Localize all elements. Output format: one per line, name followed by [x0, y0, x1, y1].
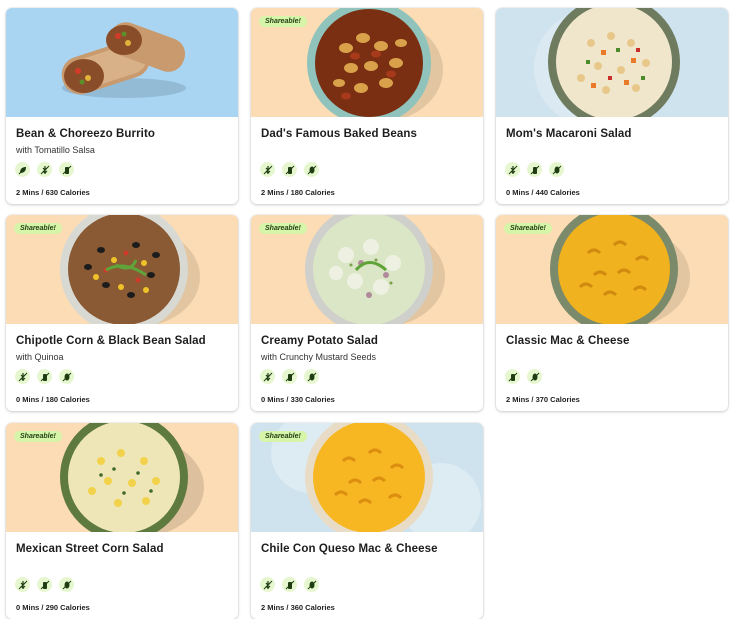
shareable-badge: Shareable!	[504, 223, 552, 234]
recipe-title: Creamy Potato Salad	[261, 335, 378, 347]
leaf-icon	[15, 162, 30, 177]
no-dairy-icon	[527, 162, 542, 177]
recipe-grid: Bean & Choreezo Burrito with Tomatillo S…	[0, 0, 733, 619]
recipe-meta: 2 Mins / 370 Calories	[506, 395, 580, 404]
no-gluten-icon	[260, 369, 275, 384]
diet-icons	[15, 577, 74, 592]
no-dairy-icon	[282, 162, 297, 177]
recipe-subtitle: with Crunchy Mustard Seeds	[261, 352, 377, 362]
shareable-badge: Shareable!	[14, 431, 62, 442]
no-nut-icon	[59, 369, 74, 384]
recipe-image: Shareable!	[251, 8, 483, 117]
recipe-title: Mexican Street Corn Salad	[16, 543, 164, 555]
recipe-subtitle: with Tomatillo Salsa	[16, 145, 95, 155]
no-gluten-icon	[260, 162, 275, 177]
no-dairy-icon	[37, 369, 52, 384]
recipe-card-chile-con-queso-mac[interactable]: Shareable! Chile Con Queso Mac & Cheese …	[251, 423, 483, 619]
recipe-title: Bean & Choreezo Burrito	[16, 128, 156, 140]
no-nut-icon	[304, 577, 319, 592]
diet-icons	[15, 162, 74, 177]
recipe-card-chipotle-corn-salad[interactable]: Shareable! Chipotle Corn & Black Bean Sa…	[6, 215, 238, 411]
recipe-card-street-corn-salad[interactable]: Shareable! Mexican Street Corn Salad 0 M…	[6, 423, 238, 619]
recipe-image: Shareable!	[6, 215, 238, 324]
diet-icons	[260, 369, 319, 384]
recipe-card-burrito[interactable]: Bean & Choreezo Burrito with Tomatillo S…	[6, 8, 238, 204]
recipe-card-macaroni-salad[interactable]: Mom's Macaroni Salad 0 Mins / 440 Calori…	[496, 8, 728, 204]
no-nut-icon	[304, 162, 319, 177]
no-nut-icon	[549, 162, 564, 177]
recipe-meta: 0 Mins / 330 Calories	[261, 395, 335, 404]
diet-icons	[260, 577, 319, 592]
recipe-image	[496, 8, 728, 117]
recipe-card-baked-beans[interactable]: Shareable! Dad's Famous Baked Beans 2 Mi…	[251, 8, 483, 204]
no-gluten-icon	[15, 577, 30, 592]
recipe-title: Classic Mac & Cheese	[506, 335, 630, 347]
no-nut-icon	[304, 369, 319, 384]
recipe-meta: 0 Mins / 440 Calories	[506, 188, 580, 197]
no-gluten-icon	[37, 162, 52, 177]
shareable-badge: Shareable!	[259, 16, 307, 27]
recipe-title: Chipotle Corn & Black Bean Salad	[16, 335, 206, 347]
diet-icons	[505, 369, 542, 384]
shareable-badge: Shareable!	[14, 223, 62, 234]
recipe-meta: 2 Mins / 180 Calories	[261, 188, 335, 197]
recipe-image: Shareable!	[496, 215, 728, 324]
recipe-card-classic-mac[interactable]: Shareable! Classic Mac & Cheese 2 Mins /…	[496, 215, 728, 411]
recipe-title: Chile Con Queso Mac & Cheese	[261, 543, 438, 555]
no-dairy-icon	[282, 577, 297, 592]
recipe-image: Shareable!	[251, 423, 483, 532]
no-gluten-icon	[15, 369, 30, 384]
no-gluten-icon	[505, 162, 520, 177]
recipe-meta: 2 Mins / 630 Calories	[16, 188, 90, 197]
no-dairy-icon	[37, 577, 52, 592]
diet-icons	[15, 369, 74, 384]
recipe-meta: 0 Mins / 180 Calories	[16, 395, 90, 404]
no-dairy-icon	[59, 162, 74, 177]
recipe-card-potato-salad[interactable]: Shareable! Creamy Potato Salad with Crun…	[251, 215, 483, 411]
shareable-badge: Shareable!	[259, 431, 307, 442]
no-nut-icon	[59, 577, 74, 592]
no-dairy-icon	[505, 369, 520, 384]
recipe-title: Dad's Famous Baked Beans	[261, 128, 417, 140]
recipe-image	[6, 8, 238, 117]
diet-icons	[505, 162, 564, 177]
recipe-image: Shareable!	[251, 215, 483, 324]
recipe-subtitle: with Quinoa	[16, 352, 64, 362]
shareable-badge: Shareable!	[259, 223, 307, 234]
diet-icons	[260, 162, 319, 177]
recipe-image: Shareable!	[6, 423, 238, 532]
recipe-title: Mom's Macaroni Salad	[506, 128, 632, 140]
no-dairy-icon	[282, 369, 297, 384]
no-gluten-icon	[260, 577, 275, 592]
no-nut-icon	[527, 369, 542, 384]
